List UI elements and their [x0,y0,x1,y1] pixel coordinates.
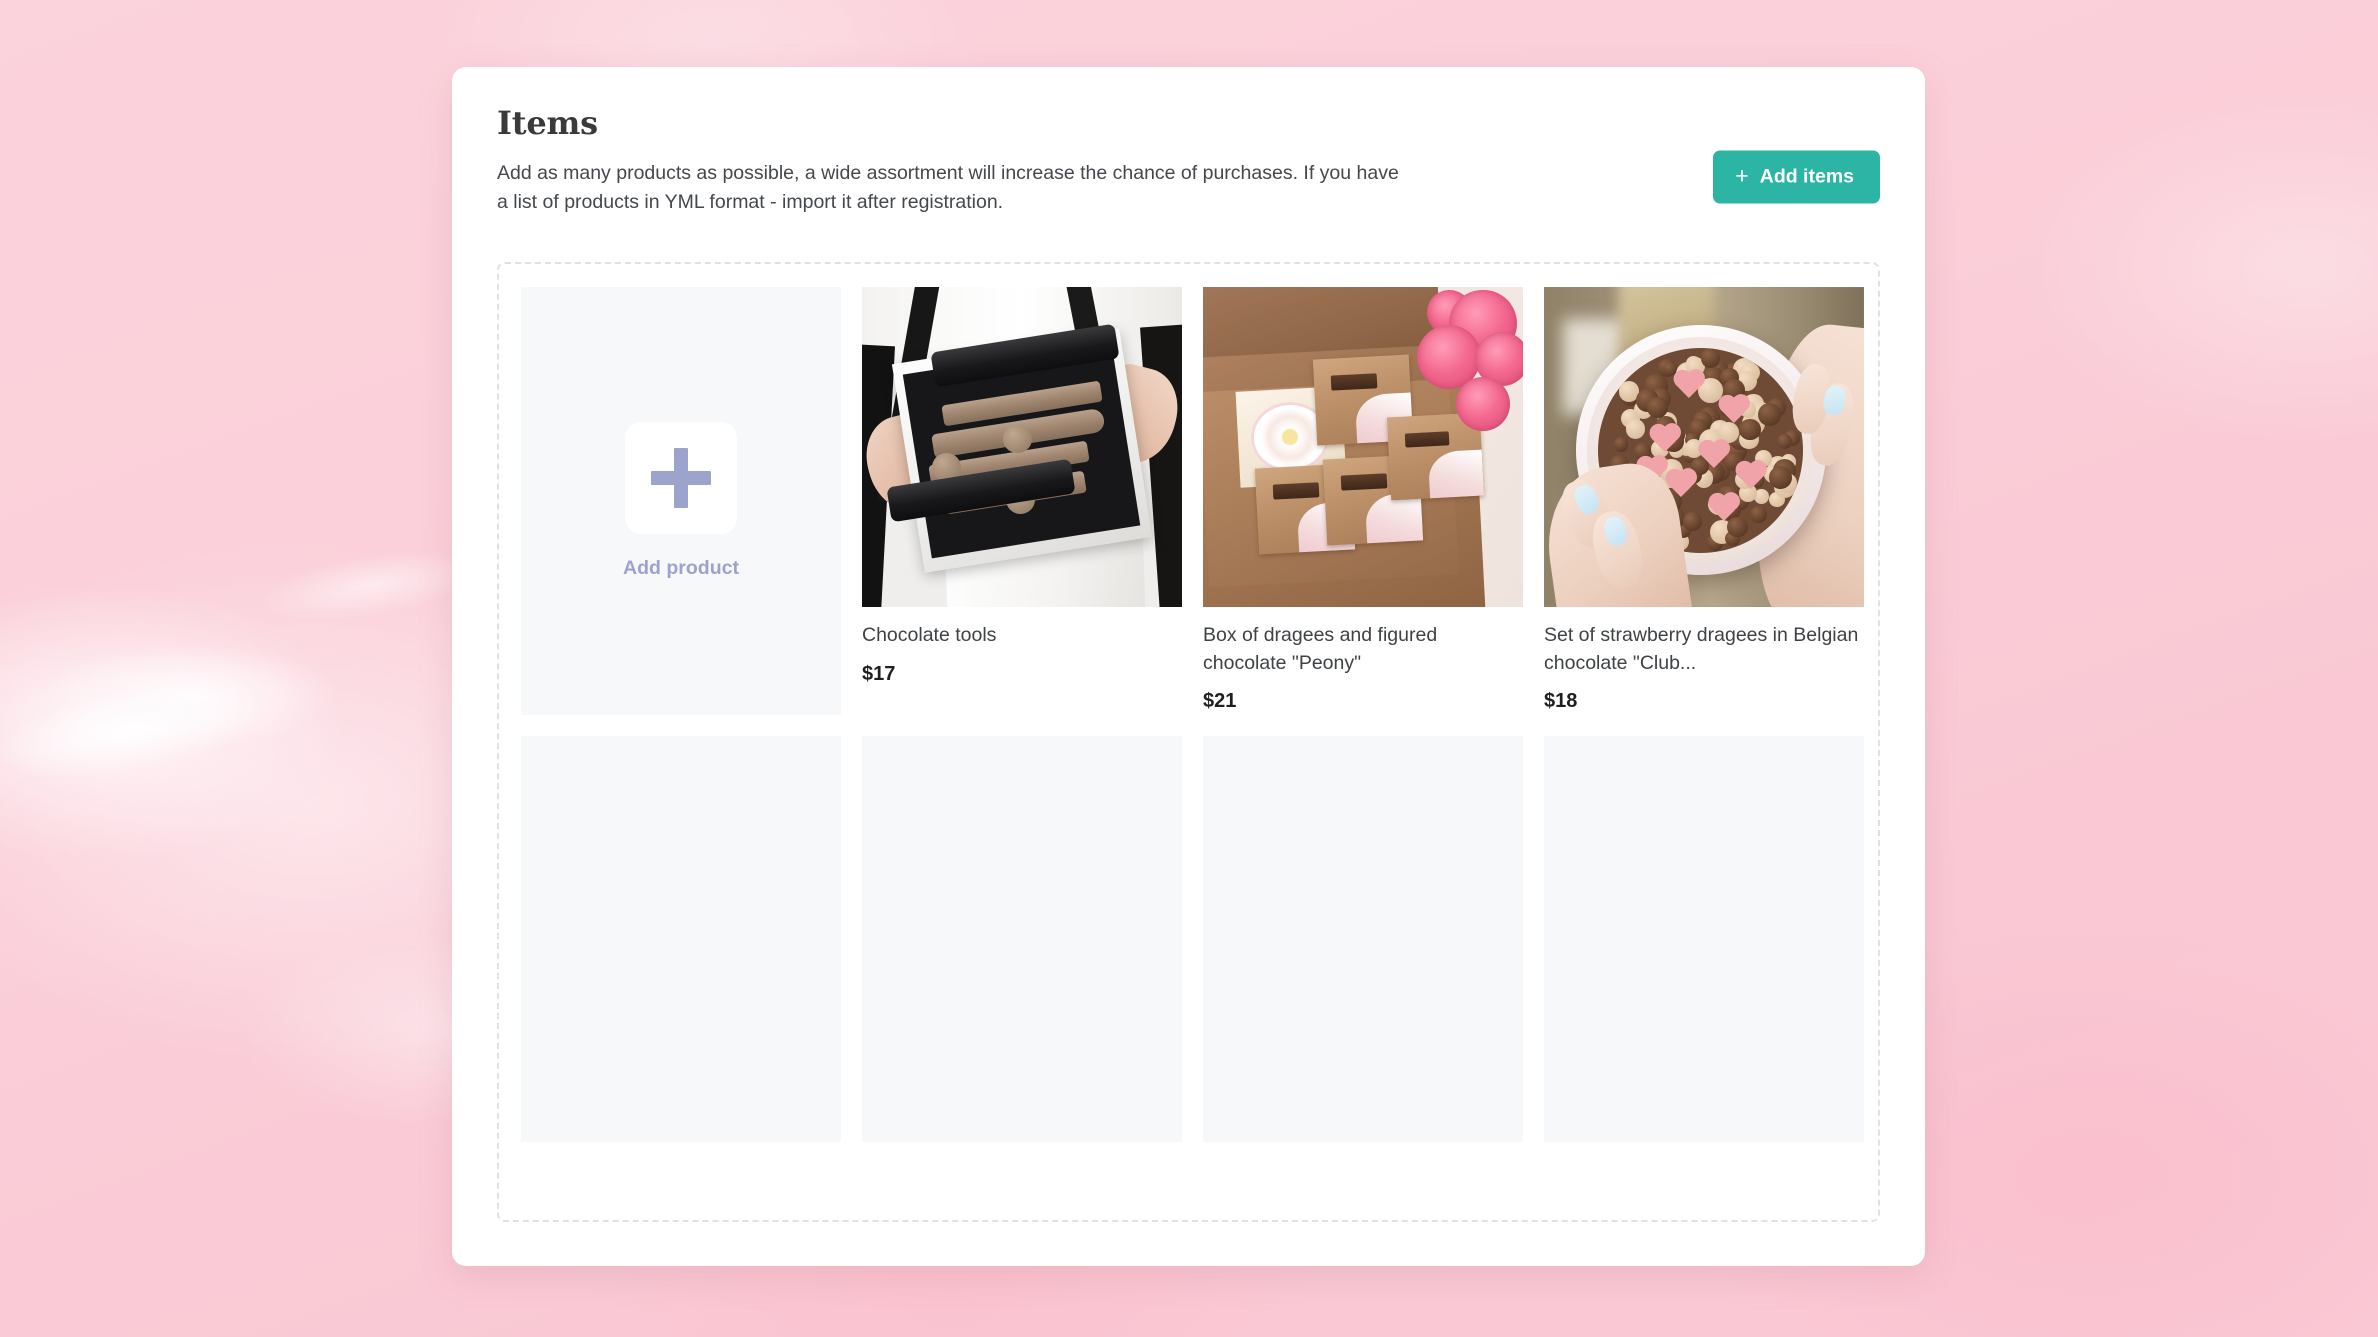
plus-icon: + [1735,162,1749,189]
empty-product-slot[interactable] [521,736,841,1142]
product-image [1203,287,1523,607]
product-title: Box of dragees and figured chocolate "Pe… [1203,624,1438,674]
product-price: $18 [1544,690,1578,713]
items-grid: Add product Chocolate tools $17 Box of d… [521,287,1864,1142]
product-card[interactable]: Chocolate tools $17 [862,287,1182,715]
empty-product-slot[interactable] [862,736,1182,1142]
page-title: Items [497,104,598,142]
product-card[interactable]: Set of strawberry dragees in Belgian cho… [1544,287,1864,715]
product-price: $17 [862,662,896,685]
items-dropzone[interactable]: Add product Chocolate tools $17 Box of d… [497,262,1880,1222]
product-image [1544,287,1864,607]
product-image [862,287,1182,607]
product-title: Chocolate tools [862,624,997,646]
add-items-button[interactable]: + Add items [1713,150,1880,204]
items-panel: Items Add as many products as possible, … [452,67,1925,1266]
add-items-label: Add items [1759,165,1854,188]
product-card[interactable]: Box of dragees and figured chocolate "Pe… [1203,287,1523,715]
product-title: Set of strawberry dragees in Belgian cho… [1544,624,1859,674]
empty-product-slot[interactable] [1544,736,1864,1142]
product-price: $21 [1203,690,1237,713]
empty-product-slot[interactable] [1203,736,1523,1142]
add-product-tile[interactable]: Add product [521,287,841,715]
plus-icon [651,448,711,508]
page-subtitle: Add as many products as possible, a wide… [497,162,1399,214]
panel-header: Items Add as many products as possible, … [452,67,1925,217]
add-product-label: Add product [623,557,739,579]
add-product-icon-box [625,422,737,534]
